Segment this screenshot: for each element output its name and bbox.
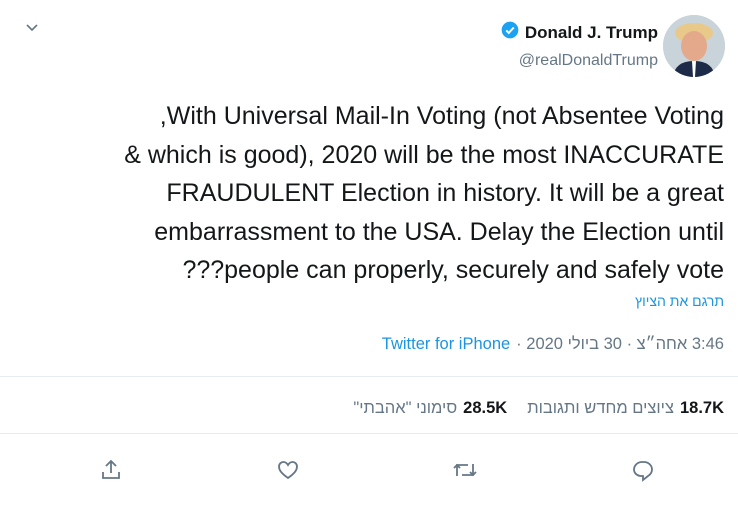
meta-dot: · [621,335,637,353]
retweets-count: 18.7K [679,399,724,417]
tweet-meta: 3:46 אחה״צ · 30 ביולי 2020 · Twitter for… [382,335,724,354]
chevron-down-icon[interactable] [22,18,42,38]
tweet-line: which is good), 2020 will be the most IN… [124,140,724,169]
display-name[interactable]: Donald J. Trump [525,23,658,43]
translate-tweet-link[interactable]: תרגם את הציוץ [635,293,724,309]
share-icon[interactable] [95,454,127,486]
reply-icon[interactable] [627,454,659,486]
tweet-stats: 18.7K ציוצים מחדש ותגובות 28.5K סימוני "… [353,399,724,418]
likes-label: סימוני "אהבתי" [353,399,458,417]
tweet-source[interactable]: Twitter for iPhone [382,335,510,354]
likes-stat[interactable]: 28.5K סימוני "אהבתי" [353,399,507,418]
tweet-line: embarrassment to the USA. Delay the Elec… [154,217,724,246]
tweet-line: FRAUDULENT Election in history. It will … [166,179,724,207]
tweet-time[interactable]: 3:46 אחה״צ [637,335,724,354]
retweet-icon[interactable] [449,454,481,486]
likes-count: 28.5K [463,399,508,417]
like-icon[interactable] [272,454,304,486]
tweet-date[interactable]: 30 ביולי 2020 [526,335,622,354]
retweets-stat[interactable]: 18.7K ציוצים מחדש ותגובות [527,399,724,418]
divider [0,376,738,377]
tweet-line: people can properly, securely and safely… [182,256,724,284]
tweet-text: With Universal Mail-In Voting (not Absen… [20,97,724,290]
tweet-actions [0,454,738,486]
retweets-label: ציוצים מחדש ותגובות [527,399,674,417]
user-handle[interactable]: @realDonaldTrump [500,52,658,70]
tweet-line: With Universal Mail-In Voting (not Absen… [159,102,724,130]
meta-dot: · [516,335,527,353]
divider [0,433,738,434]
avatar[interactable] [663,15,725,77]
tweet-author[interactable]: Donald J. Trump @realDonaldTrump [500,20,658,70]
verified-badge-icon [500,20,520,45]
